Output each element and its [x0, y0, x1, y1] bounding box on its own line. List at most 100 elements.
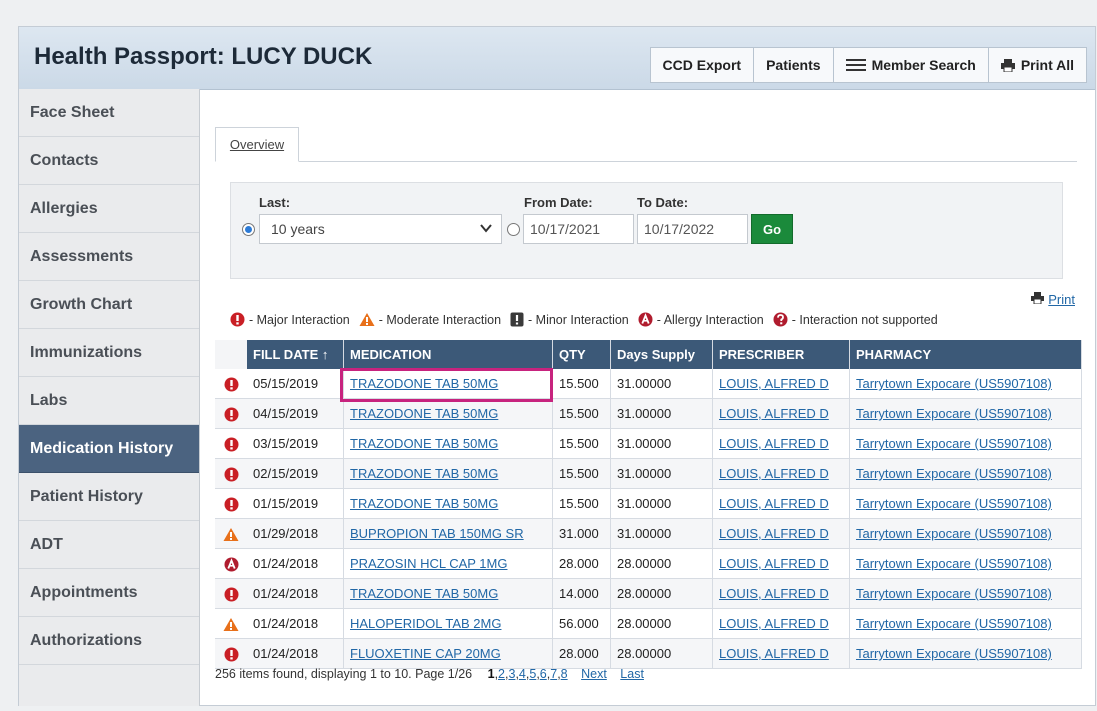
medication-link[interactable]: TRAZODONE TAB 50MG	[350, 466, 498, 481]
medication-link[interactable]: BUPROPION TAB 150MG SR	[350, 526, 524, 541]
last-page-link[interactable]: Last	[620, 667, 644, 681]
table-row: 01/24/2018 TRAZODONE TAB 50MG 14.000 28.000…	[215, 578, 1082, 609]
sidebar-item-face-sheet[interactable]: Face Sheet	[19, 89, 199, 137]
major-interaction-icon[interactable]	[224, 437, 239, 452]
major-interaction-icon[interactable]	[224, 497, 239, 512]
legend-allergy: - Allergy Interaction	[638, 312, 764, 327]
fill-date-cell: 01/15/2019	[247, 488, 344, 519]
from-date-input[interactable]: 10/17/2021	[523, 214, 634, 244]
table-row: 01/24/2018 HALOPERIDOL TAB 2MG 56.000 28.00…	[215, 608, 1082, 639]
last-period-radio[interactable]	[242, 223, 255, 236]
date-range-radio[interactable]	[507, 223, 520, 236]
major-interaction-icon[interactable]	[224, 407, 239, 422]
prescriber-link[interactable]: LOUIS, ALFRED D	[719, 406, 829, 421]
table-row: 04/15/2019 TRAZODONE TAB 50MG 15.500 31.000…	[215, 398, 1082, 429]
major-interaction-icon[interactable]	[224, 467, 239, 482]
sidebar-item-authorizations[interactable]: Authorizations	[19, 617, 199, 665]
medication-link[interactable]: TRAZODONE TAB 50MG	[350, 496, 498, 511]
pagination-summary: 256 items found, displaying 1 to 10. Pag…	[215, 667, 473, 681]
to-date-input[interactable]: 10/17/2022	[637, 214, 748, 244]
prescriber-cell: LOUIS, ALFRED D	[712, 638, 850, 669]
qty-cell: 15.500	[552, 458, 611, 489]
major-interaction-icon[interactable]	[224, 587, 239, 602]
prescriber-link[interactable]: LOUIS, ALFRED D	[719, 526, 829, 541]
ccd-export-button[interactable]: CCD Export	[649, 47, 755, 83]
interaction-cell	[215, 458, 247, 489]
qty-cell: 15.500	[552, 369, 611, 399]
medication-link[interactable]: TRAZODONE TAB 50MG	[350, 586, 498, 601]
pharmacy-link[interactable]: Tarrytown Expocare (US5907108)	[856, 646, 1052, 661]
sidebar-item-labs[interactable]: Labs	[19, 377, 199, 425]
pharmacy-link[interactable]: Tarrytown Expocare (US5907108)	[856, 586, 1052, 601]
medication-link[interactable]: FLUOXETINE CAP 20MG	[350, 646, 501, 661]
tab-bar: Overview	[215, 127, 1077, 162]
allergy-interaction-icon[interactable]	[224, 557, 239, 572]
major-interaction-icon[interactable]	[224, 647, 239, 662]
fill-date-cell: 01/29/2018	[247, 518, 344, 549]
prescriber-cell: LOUIS, ALFRED D	[712, 458, 850, 489]
pharmacy-link[interactable]: Tarrytown Expocare (US5907108)	[856, 376, 1052, 391]
last-period-select[interactable]: 10 years	[259, 214, 502, 244]
sidebar-item-allergies[interactable]: Allergies	[19, 185, 199, 233]
sidebar-item-adt[interactable]: ADT	[19, 521, 199, 569]
medication-link[interactable]: TRAZODONE TAB 50MG	[350, 376, 498, 391]
member-search-button[interactable]: Member Search	[832, 47, 989, 83]
moderate-interaction-icon[interactable]	[223, 617, 239, 632]
medication-link[interactable]: TRAZODONE TAB 50MG	[350, 406, 498, 421]
fill-date-cell: 01/24/2018	[247, 638, 344, 669]
sidebar-item-patient-history[interactable]: Patient History	[19, 473, 199, 521]
current-page: 1	[487, 667, 495, 681]
major-interaction-icon[interactable]	[224, 377, 239, 392]
pharmacy-link[interactable]: Tarrytown Expocare (US5907108)	[856, 526, 1052, 541]
pharmacy-link[interactable]: Tarrytown Expocare (US5907108)	[856, 466, 1052, 481]
pharmacy-link[interactable]: Tarrytown Expocare (US5907108)	[856, 496, 1052, 511]
sidebar-item-appointments[interactable]: Appointments	[19, 569, 199, 617]
next-page-link[interactable]: Next	[581, 667, 607, 681]
prescriber-link[interactable]: LOUIS, ALFRED D	[719, 556, 829, 571]
page-link[interactable]: 6	[540, 667, 547, 681]
page-link[interactable]: 2	[498, 667, 505, 681]
prescriber-link[interactable]: LOUIS, ALFRED D	[719, 496, 829, 511]
table-row: 01/24/2018 FLUOXETINE CAP 20MG 28.000 28.00…	[215, 638, 1082, 669]
go-button[interactable]: Go	[751, 214, 793, 244]
sidebar-item-contacts[interactable]: Contacts	[19, 137, 199, 185]
print-all-button[interactable]: Print All	[987, 47, 1087, 83]
moderate-interaction-icon[interactable]	[223, 527, 239, 542]
tab-overview[interactable]: Overview	[215, 127, 299, 162]
medication-link[interactable]: PRAZOSIN HCL CAP 1MG	[350, 556, 507, 571]
medication-link[interactable]: TRAZODONE TAB 50MG	[350, 436, 498, 451]
table-header-row: FILL DATE ↑ MEDICATION QTY Days Supply P…	[215, 340, 1082, 369]
prescriber-link[interactable]: LOUIS, ALFRED D	[719, 586, 829, 601]
prescriber-link[interactable]: LOUIS, ALFRED D	[719, 376, 829, 391]
pharmacy-header[interactable]: PHARMACY	[849, 340, 1082, 369]
medication-link[interactable]: HALOPERIDOL TAB 2MG	[350, 616, 501, 631]
sidebar-item-immunizations[interactable]: Immunizations	[19, 329, 199, 377]
interaction-cell	[215, 638, 247, 669]
sidebar-item-assessments[interactable]: Assessments	[19, 233, 199, 281]
medication-cell: TRAZODONE TAB 50MG	[343, 398, 553, 429]
pharmacy-link[interactable]: Tarrytown Expocare (US5907108)	[856, 406, 1052, 421]
page-link[interactable]: 8	[561, 667, 568, 681]
fill-date-header[interactable]: FILL DATE ↑	[247, 340, 344, 369]
print-link[interactable]: Print	[1031, 292, 1075, 307]
qty-cell: 31.000	[552, 518, 611, 549]
patients-button[interactable]: Patients	[753, 47, 834, 83]
prescriber-link[interactable]: LOUIS, ALFRED D	[719, 466, 829, 481]
medication-cell: TRAZODONE TAB 50MG	[343, 488, 553, 519]
pharmacy-link[interactable]: Tarrytown Expocare (US5907108)	[856, 616, 1052, 631]
prescriber-link[interactable]: LOUIS, ALFRED D	[719, 436, 829, 451]
sidebar-item-growth-chart[interactable]: Growth Chart	[19, 281, 199, 329]
prescriber-link[interactable]: LOUIS, ALFRED D	[719, 616, 829, 631]
pharmacy-link[interactable]: Tarrytown Expocare (US5907108)	[856, 556, 1052, 571]
days-supply-header[interactable]: Days Supply	[610, 340, 713, 369]
prescriber-cell: LOUIS, ALFRED D	[712, 578, 850, 609]
prescriber-link[interactable]: LOUIS, ALFRED D	[719, 646, 829, 661]
qty-cell: 28.000	[552, 638, 611, 669]
prescriber-header[interactable]: PRESCRIBER	[712, 340, 850, 369]
page-link[interactable]: 4	[519, 667, 526, 681]
sidebar-item-medication-history[interactable]: Medication History	[19, 425, 199, 473]
qty-header[interactable]: QTY	[552, 340, 611, 369]
pharmacy-link[interactable]: Tarrytown Expocare (US5907108)	[856, 436, 1052, 451]
medication-header[interactable]: MEDICATION	[343, 340, 553, 369]
pharmacy-cell: Tarrytown Expocare (US5907108)	[849, 578, 1082, 609]
